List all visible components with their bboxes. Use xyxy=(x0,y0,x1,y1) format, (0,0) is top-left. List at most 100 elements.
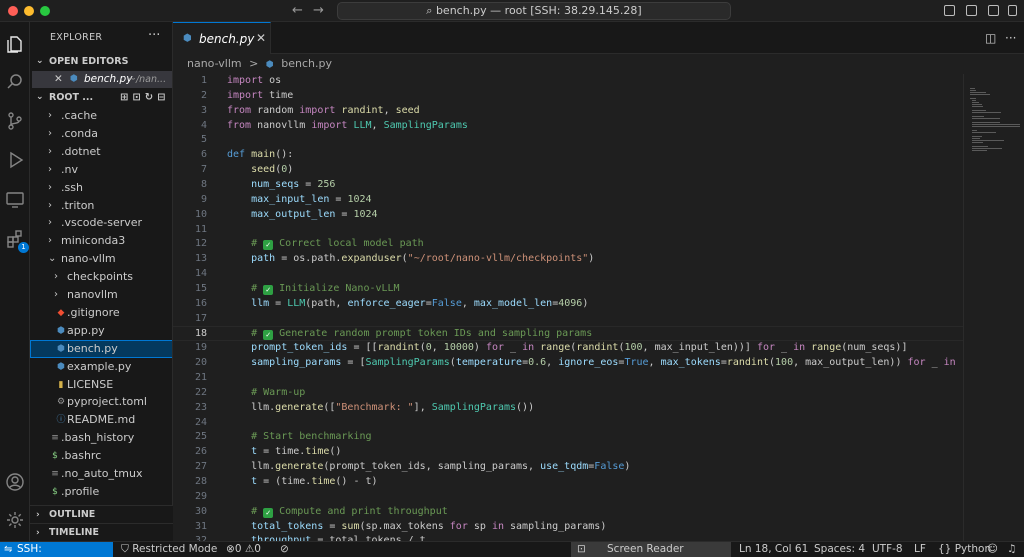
breadcrumb-folder[interactable]: nano-vllm xyxy=(187,57,242,70)
window-minimize-button[interactable] xyxy=(24,6,34,16)
tree-item-triton[interactable]: › .triton xyxy=(30,197,172,215)
close-icon[interactable]: ✕ xyxy=(54,71,63,88)
cursor-position[interactable]: Ln 18, Col 61 xyxy=(739,542,808,557)
minimap-line xyxy=(972,130,977,131)
tree-item-miniconda3[interactable]: › miniconda3 xyxy=(30,232,172,250)
line-number: 21 xyxy=(194,372,207,383)
settings-gear-icon[interactable] xyxy=(5,510,25,530)
line-number: 32 xyxy=(194,535,207,541)
extensions-icon[interactable]: 1 xyxy=(5,229,29,253)
toggle-secondary-sidebar-icon[interactable] xyxy=(988,5,999,16)
minimap[interactable] xyxy=(963,74,1024,541)
tree-item-nano-vllm[interactable]: ⌄ nano-vllm xyxy=(30,250,172,268)
command-center-search[interactable]: ⌕ bench.py — root [SSH: 38.29.145.28] xyxy=(337,2,731,20)
tree-item-dotnet[interactable]: › .dotnet xyxy=(30,143,172,161)
tree-item-nanovllm[interactable]: › nanovllm xyxy=(30,286,172,304)
line-number: 27 xyxy=(194,461,207,473)
tree-item-bash-history[interactable]: ≡ .bash_history xyxy=(30,429,172,447)
restricted-mode[interactable]: ⛉ Restricted Mode xyxy=(121,542,217,557)
tree-item-profile[interactable]: $ .profile xyxy=(30,483,172,501)
tree-item-label: .cache xyxy=(61,109,98,122)
encoding[interactable]: UTF-8 xyxy=(872,542,903,557)
tree-item-checkpoints[interactable]: › checkpoints xyxy=(30,268,172,286)
window-maximize-button[interactable] xyxy=(40,6,50,16)
back-arrow-icon[interactable]: ← xyxy=(292,3,303,18)
chevron-down-icon: ⌄ xyxy=(36,56,44,66)
run-debug-icon[interactable] xyxy=(5,150,25,170)
tree-item-app-py[interactable]: ⬢ app.py xyxy=(30,322,172,340)
ports-icon[interactable]: ⊘ xyxy=(280,542,289,557)
notifications-bell-icon[interactable]: ♫ xyxy=(1007,542,1016,557)
tree-item-no-auto-tmux[interactable]: ≡ .no_auto_tmux xyxy=(30,465,172,483)
breadcrumb-file[interactable]: bench.py xyxy=(281,57,332,70)
indentation[interactable]: Spaces: 4 xyxy=(814,542,865,557)
timeline-panel-header[interactable]: › TIMELINE xyxy=(30,523,173,541)
customize-layout-icon[interactable] xyxy=(1008,5,1017,16)
minimap-line xyxy=(972,146,988,147)
copilot-icon[interactable]: ☺ xyxy=(987,542,998,557)
chevron-right-icon: › xyxy=(36,510,40,520)
tree-item-license[interactable]: ▮ LICENSE xyxy=(30,376,172,394)
source-control-icon[interactable] xyxy=(5,111,25,131)
code-editor[interactable]: 1 import os 2 import time 3 from random impor… xyxy=(173,74,963,541)
close-icon[interactable]: ✕ xyxy=(256,31,266,45)
account-icon[interactable] xyxy=(5,472,25,492)
chevron-right-icon: › xyxy=(54,289,58,300)
search-icon[interactable] xyxy=(5,72,25,92)
line-number: 7 xyxy=(200,164,207,176)
line-number: 18 xyxy=(194,328,207,340)
code-line: 2 import time xyxy=(173,89,963,104)
tree-item-label: .bashrc xyxy=(61,449,102,463)
tree-item-bench-py[interactable]: ⬢ bench.py xyxy=(30,339,172,358)
tree-item-gitignore[interactable]: ◆ .gitignore xyxy=(30,304,172,322)
outline-panel-header[interactable]: › OUTLINE xyxy=(30,505,173,523)
tree-item-cache[interactable]: › .cache xyxy=(30,107,172,125)
minimap-line xyxy=(970,94,990,95)
tree-item-ssh[interactable]: › .ssh xyxy=(30,179,172,197)
tree-item-readme-md[interactable]: ⓘ README.md xyxy=(30,411,172,429)
explorer-files-icon[interactable] xyxy=(5,34,25,54)
problems-indicator[interactable]: ⊗0 ⚠0 xyxy=(226,542,261,557)
tree-item-pyproject-toml[interactable]: ⚙ pyproject.toml xyxy=(30,393,172,411)
python-file-icon: ⬢ xyxy=(57,325,65,336)
toggle-panel-icon[interactable] xyxy=(966,5,977,16)
explorer-actions[interactable]: ⊞⊡↻⊟ xyxy=(120,89,170,106)
split-editor-icon[interactable]: ◫ xyxy=(985,31,996,45)
more-actions-icon[interactable]: ··· xyxy=(148,28,160,43)
tree-item-label: example.py xyxy=(67,359,132,373)
line-source: throughput = total_tokens / t xyxy=(251,535,426,541)
tree-item-label: .dotnet xyxy=(61,144,101,158)
remote-indicator[interactable]: ⇋ SSH: 38.29.145.28 xyxy=(0,542,113,557)
line-number: 17 xyxy=(194,312,207,324)
more-actions-icon[interactable]: ··· xyxy=(1005,31,1016,45)
chevron-right-icon: › xyxy=(48,217,52,229)
remote-explorer-icon[interactable] xyxy=(5,190,25,210)
line-number: 9 xyxy=(200,193,207,205)
line-source: import os xyxy=(227,75,282,86)
chevron-right-icon: › xyxy=(48,235,52,247)
screen-reader-optimized[interactable]: ⊡ Screen Reader Optimized xyxy=(571,542,731,557)
root-folder-header[interactable]: ⌄ ROOT ... ⊞⊡↻⊟ xyxy=(30,89,172,106)
code-line: 27 llm.generate(prompt_token_ids, sampli… xyxy=(173,460,963,475)
shell-file-icon: $ xyxy=(52,451,58,462)
code-line: 20 sampling_params = [SamplingParams(tem… xyxy=(173,356,963,371)
end-of-line[interactable]: LF xyxy=(914,542,926,557)
tree-item-conda[interactable]: › .conda xyxy=(30,125,172,143)
line-source: prompt_token_ids = [[randint(0, 10000) f… xyxy=(251,342,908,354)
tree-item-label: .vscode-server xyxy=(61,216,143,230)
window-close-button[interactable] xyxy=(8,6,18,16)
tree-item-bashrc[interactable]: $ .bashrc xyxy=(30,447,172,465)
tree-item-nv[interactable]: › .nv xyxy=(30,161,172,179)
forward-arrow-icon[interactable]: → xyxy=(313,3,324,18)
toggle-primary-sidebar-icon[interactable] xyxy=(944,5,955,16)
minimap-line xyxy=(972,136,982,137)
open-editor-item[interactable]: ✕ ⬢ bench.py ~/nan... xyxy=(32,71,172,88)
language-mode[interactable]: {} Python xyxy=(938,542,991,557)
tab-bench-py[interactable]: ⬢ bench.py ✕ xyxy=(173,22,271,54)
tree-item-label: checkpoints xyxy=(67,270,133,284)
open-editors-header[interactable]: ⌄ OPEN EDITORS xyxy=(30,53,172,70)
minimap-line xyxy=(972,140,1004,141)
tree-item-example-py[interactable]: ⬢ example.py xyxy=(30,358,172,376)
code-line: 6 def main(): xyxy=(173,148,963,163)
tree-item-vscode-server[interactable]: › .vscode-server xyxy=(30,214,172,232)
